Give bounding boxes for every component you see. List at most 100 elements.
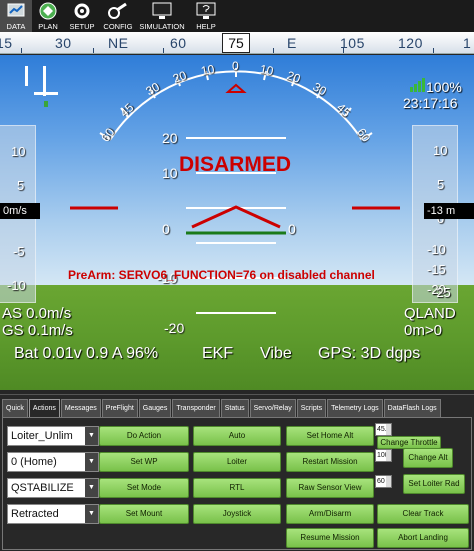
help-icon	[196, 2, 216, 19]
speed-tape-label: 10	[11, 144, 26, 159]
altitude-readout: -13 m	[424, 203, 474, 219]
spinner-icon	[386, 476, 391, 487]
setup-icon	[74, 3, 90, 19]
groundspeed-readout: GS 0.1m/s	[2, 322, 73, 339]
ekf-status[interactable]: EKF	[202, 345, 233, 363]
toolbar-help-label: HELP	[196, 22, 216, 31]
arming-status: DISARMED	[178, 153, 291, 176]
battery-readout: Bat 0.01v 0.9 A 96%	[14, 345, 159, 362]
speed-tape-label: 5	[17, 178, 25, 193]
toolbar-plan-button[interactable]: PLAN	[32, 0, 64, 32]
hud-display[interactable]: 20 10 0 -10 -20 0 60 45 30 20 10 0 10 20…	[0, 55, 474, 390]
tab-preflight[interactable]: PreFlight	[101, 399, 138, 417]
loiter-radius-value: 60	[377, 478, 385, 485]
arm-disarm-button[interactable]: Arm/Disarm	[286, 504, 374, 524]
toolbar-data-label: DATA	[6, 22, 26, 31]
mount-select-value: Retracted	[11, 508, 59, 520]
restart-mission-button[interactable]: Restart Mission	[286, 452, 374, 472]
main-toolbar: DATA PLAN SETUP CONFIG SIMULATION HELP	[0, 0, 474, 32]
waypoint-select-value: 0 (Home)	[11, 456, 57, 468]
tab-gauges[interactable]: Gauges	[138, 399, 172, 417]
compass-label: 30	[55, 35, 72, 51]
vibe-status[interactable]: Vibe	[260, 345, 292, 363]
tab-servo-relay[interactable]: Servo/Relay	[249, 399, 296, 417]
toolbar-simulation-label: SIMULATION	[139, 22, 185, 31]
altitude-input[interactable]: 100	[375, 449, 392, 462]
waypoint-select[interactable]: 0 (Home) ▼	[7, 452, 99, 472]
throttle-input[interactable]: 45.0	[375, 423, 392, 436]
speed-tape-label: -10	[7, 278, 26, 293]
auto-button[interactable]: Auto	[193, 426, 281, 446]
toolbar-config-label: CONFIG	[103, 22, 133, 31]
simulation-icon	[152, 2, 172, 19]
toolbar-setup-button[interactable]: SETUP	[64, 0, 100, 32]
loiter-radius-input[interactable]: 60	[375, 475, 392, 488]
action-select-value: Loiter_Unlim	[11, 430, 73, 442]
toolbar-config-button[interactable]: CONFIG	[100, 0, 136, 32]
gps-status: GPS: 3D dgps	[318, 345, 421, 362]
prearm-message: PreArm: SERVO6_FUNCTION=76 on disabled c…	[68, 268, 375, 282]
resume-mission-button[interactable]: Resume Mission	[286, 528, 374, 548]
pitch-label: 0	[162, 221, 170, 237]
pitch-label: -20	[164, 320, 185, 336]
battery-percent: 100%	[426, 79, 462, 95]
tab-quick[interactable]: Quick	[2, 399, 28, 417]
mission-planner-window: DATA PLAN SETUP CONFIG SIMULATION HELP 5…	[0, 0, 474, 551]
toolbar-help-button[interactable]: HELP	[188, 0, 224, 32]
joystick-button[interactable]: Joystick	[193, 504, 281, 524]
change-alt-button[interactable]: Change Alt	[403, 448, 453, 468]
toolbar-plan-label: PLAN	[38, 22, 58, 31]
action-select[interactable]: Loiter_Unlim ▼	[7, 426, 99, 446]
heading-readout: 75	[222, 33, 250, 53]
toolbar-data-button[interactable]: DATA	[0, 0, 32, 32]
raw-sensor-view-button[interactable]: Raw Sensor View	[286, 478, 374, 498]
compass-label: 105	[340, 35, 365, 51]
altitude-tape-label: 5	[437, 177, 445, 192]
compass-label: 1	[463, 35, 472, 51]
panel-tabs: Quick Actions Messages PreFlight Gauges …	[2, 399, 442, 417]
altitude-tape-label: -25	[432, 285, 451, 300]
config-icon	[108, 2, 127, 19]
tab-transponder[interactable]: Transponder	[172, 399, 220, 417]
roll-label: 10	[199, 61, 216, 79]
chevron-down-icon: ▼	[85, 505, 98, 523]
set-loiter-rad-button[interactable]: Set Loiter Rad	[403, 474, 465, 494]
do-action-button[interactable]: Do Action	[99, 426, 189, 446]
toolbar-setup-label: SETUP	[69, 22, 95, 31]
compass-label: 60	[170, 35, 187, 51]
mode-select[interactable]: QSTABILIZE ▼	[7, 478, 99, 498]
altitude-tape-label: -10	[427, 242, 446, 257]
set-home-alt-button[interactable]: Set Home Alt	[286, 426, 374, 446]
chevron-down-icon: ▼	[85, 453, 98, 471]
set-wp-button[interactable]: Set WP	[99, 452, 189, 472]
chevron-down-icon: ▼	[85, 479, 98, 497]
tab-scripts[interactable]: Scripts	[296, 399, 327, 417]
tab-messages[interactable]: Messages	[60, 399, 101, 417]
mode-select-value: QSTABILIZE	[11, 482, 74, 494]
set-mode-button[interactable]: Set Mode	[99, 478, 189, 498]
set-mount-button[interactable]: Set Mount	[99, 504, 189, 524]
tab-dataflash-logs[interactable]: DataFlash Logs	[383, 399, 441, 417]
pitch-label: 0	[288, 221, 296, 237]
mount-select[interactable]: Retracted ▼	[7, 504, 99, 524]
distance-readout: 0m>0	[404, 322, 442, 339]
rtl-button[interactable]: RTL	[193, 478, 281, 498]
toolbar-simulation-button[interactable]: SIMULATION	[136, 0, 188, 32]
roll-label: 10	[258, 61, 275, 79]
tab-status[interactable]: Status	[220, 399, 249, 417]
loiter-button[interactable]: Loiter	[193, 452, 281, 472]
abort-landing-button[interactable]: Abort Landing	[377, 528, 469, 548]
tab-actions[interactable]: Actions	[28, 399, 60, 417]
altitude-tape-label: 10	[433, 143, 448, 158]
compass-label: E	[287, 35, 297, 51]
speed-tape-label: -5	[13, 244, 25, 259]
chevron-down-icon: ▼	[85, 427, 98, 445]
compass-label: 15	[0, 35, 13, 51]
clear-track-button[interactable]: Clear Track	[377, 504, 469, 524]
roll-label: 0	[232, 59, 239, 73]
clock: 23:17:16	[403, 95, 458, 111]
actions-panel: Quick Actions Messages PreFlight Gauges …	[0, 394, 474, 551]
tab-telemetry-logs[interactable]: Telemetry Logs	[327, 399, 383, 417]
spinner-icon	[386, 450, 391, 461]
compass-label: 120	[398, 35, 423, 51]
